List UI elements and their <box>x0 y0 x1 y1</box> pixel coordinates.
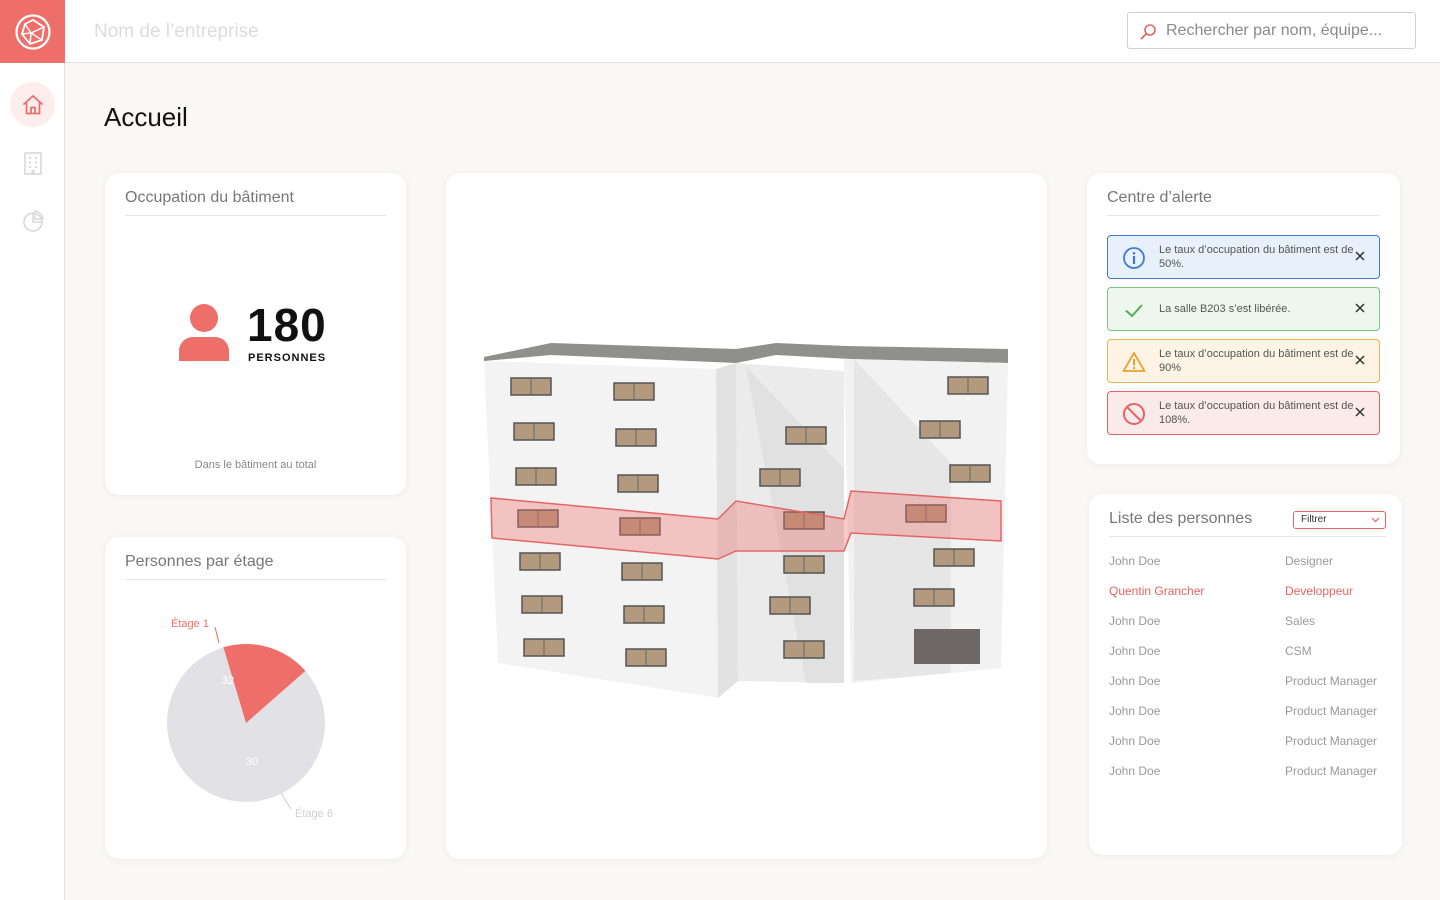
person-name: John Doe <box>1109 614 1161 628</box>
search-box[interactable] <box>1127 12 1416 49</box>
pie-leader-etage-6 <box>280 792 292 810</box>
app: Nom de l’entreprise Rechercher par nom, … <box>0 0 1440 900</box>
alert-warning-close-button[interactable] <box>1353 353 1367 367</box>
building-door <box>914 629 980 664</box>
person-role: CSM <box>1285 644 1312 658</box>
search-icon <box>1140 24 1156 40</box>
forbidden-icon <box>1123 403 1145 425</box>
occupancy-unit: PERSONNES <box>248 352 327 364</box>
alert-success: La salle B203 s’est libérée. <box>1107 287 1380 331</box>
close-icon <box>1355 407 1365 417</box>
person-name: John Doe <box>1109 704 1161 718</box>
pie-value-etage-6: 30 <box>246 756 258 768</box>
person-name: John Doe <box>1109 674 1161 688</box>
building-icon <box>23 151 42 175</box>
roof <box>484 343 1008 363</box>
person-role: Developpeur <box>1285 584 1354 598</box>
person-icon <box>179 304 229 361</box>
alert-center-title: Centre d’alerte <box>1107 189 1380 216</box>
page-title: Accueil <box>104 102 188 132</box>
filter-label: Filtrer <box>1301 514 1327 525</box>
search-input[interactable] <box>1166 13 1406 48</box>
close-icon <box>1355 303 1365 313</box>
person-name: John Doe <box>1109 554 1161 568</box>
person-role: Product Manager <box>1285 704 1378 718</box>
sidebar <box>0 63 65 900</box>
alert-warning-text: Le taux d’occupation du bâtiment est de … <box>1159 348 1354 374</box>
company-name: Nom de l’entreprise <box>94 21 259 42</box>
person-role: Product Manager <box>1285 764 1378 778</box>
building-view-card <box>446 173 1047 859</box>
check-icon <box>1125 304 1143 318</box>
person-role: Designer <box>1285 554 1334 568</box>
occupancy-value: 180 <box>247 299 327 351</box>
alert-success-text: La salle B203 s’est libérée. <box>1159 303 1291 315</box>
top-bar: Nom de l’entreprise <box>0 0 1440 63</box>
chevron-down-icon <box>1371 517 1380 523</box>
home-icon <box>22 94 43 114</box>
pie-value-etage-1: 32 <box>222 675 234 687</box>
warning-icon <box>1122 352 1146 372</box>
alert-info-close-button[interactable] <box>1353 249 1367 263</box>
filter-dropdown[interactable]: Filtrer <box>1293 511 1386 529</box>
alert-error-text: Le taux d’occupation du bâtiment est de … <box>1159 400 1354 426</box>
alert-center-card: Centre d’alerte Le taux d’occupation du … <box>1087 173 1400 464</box>
floors-card: Personnes par étage 32 30 Étage 1 Étage 6 <box>105 537 406 859</box>
pie-label-etage-6: Étage 6 <box>295 807 333 820</box>
alert-info: Le taux d’occupation du bâtiment est de … <box>1107 235 1380 279</box>
pie-chart-icon <box>22 209 44 232</box>
nav-stats-button[interactable] <box>10 198 55 243</box>
logo-icon <box>14 13 51 50</box>
alert-info-text: Le taux d’occupation du bâtiment est de … <box>1159 244 1354 270</box>
person-name: John Doe <box>1109 734 1161 748</box>
nav-home-button[interactable] <box>10 82 55 127</box>
floors-pie-chart: 32 30 Étage 1 Étage 6 <box>167 617 333 820</box>
close-icon <box>1355 355 1365 365</box>
logo[interactable] <box>0 0 65 63</box>
info-icon <box>1123 247 1145 269</box>
alert-error: Le taux d’occupation du bâtiment est de … <box>1107 391 1380 435</box>
person-role: Product Manager <box>1285 674 1378 688</box>
building-3d-view[interactable] <box>446 173 1047 859</box>
person-name: John Doe <box>1109 644 1161 658</box>
occupancy-footnote: Dans le bâtiment au total <box>194 459 317 471</box>
person-role: Product Manager <box>1285 734 1378 748</box>
alert-warning: Le taux d’occupation du bâtiment est de … <box>1107 339 1380 383</box>
person-name: John Doe <box>1109 764 1161 778</box>
pie-leader-etage-1 <box>214 626 220 644</box>
people-list-card: Liste des personnes Filtrer John Doe Desi… <box>1089 494 1402 855</box>
alert-error-close-button[interactable] <box>1353 405 1367 419</box>
occupancy-title: Occupation du bâtiment <box>125 189 386 216</box>
alert-success-close-button[interactable] <box>1353 301 1367 315</box>
person-role: Sales <box>1285 614 1316 628</box>
occupancy-card: Occupation du bâtiment 180 PERSONNES Dan… <box>105 173 406 495</box>
person-name: Quentin Grancher <box>1109 584 1205 598</box>
pie-label-etage-1: Étage 1 <box>171 617 209 630</box>
close-icon <box>1355 251 1365 261</box>
nav-building-button[interactable] <box>10 140 55 185</box>
